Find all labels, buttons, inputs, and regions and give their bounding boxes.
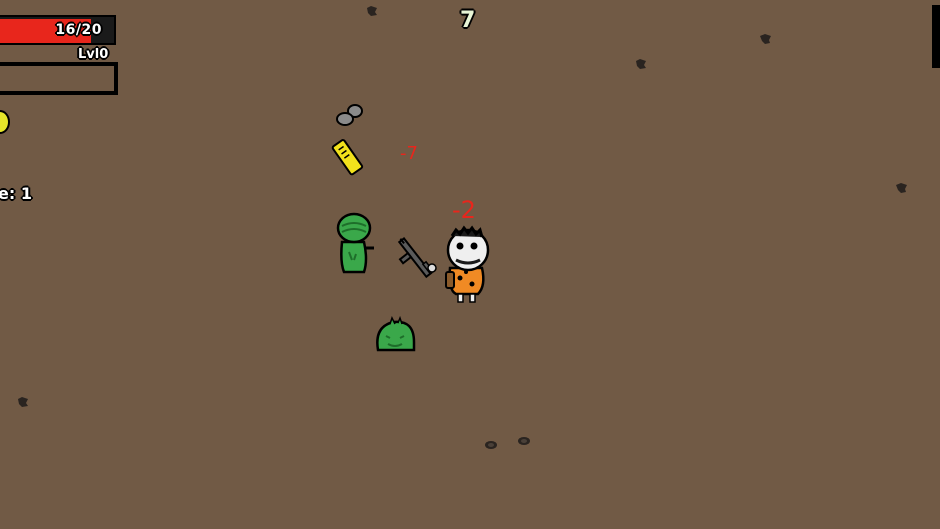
wave-text: e: 1 (0, 184, 32, 203)
pebble-icon (485, 441, 497, 449)
slime-enemy-icon (376, 315, 416, 352)
health-bar: 16/20 (0, 15, 116, 45)
level-text: Lvl0 (78, 47, 109, 62)
experience-bar (0, 62, 118, 95)
rock-debris-icon (18, 397, 28, 407)
damage-number: -2 (452, 196, 476, 224)
right-panel-edge (932, 5, 940, 68)
rock-debris-icon (367, 6, 377, 16)
coin-icon (0, 110, 10, 134)
wave-timer: 7 (460, 8, 476, 33)
player-character-icon (445, 225, 490, 303)
damage-number: -7 (400, 143, 418, 164)
rifle-weapon-icon (397, 237, 437, 279)
rock-debris-icon (636, 59, 646, 69)
rock-debris-icon (760, 34, 771, 44)
health-text: 16/20 (55, 22, 102, 38)
alien-enemy-icon (336, 212, 374, 274)
rock-debris-icon (896, 183, 907, 193)
pebble-icon (518, 437, 530, 445)
ammo-clip-icon (331, 139, 364, 176)
stones-pickup-icon (336, 104, 363, 126)
